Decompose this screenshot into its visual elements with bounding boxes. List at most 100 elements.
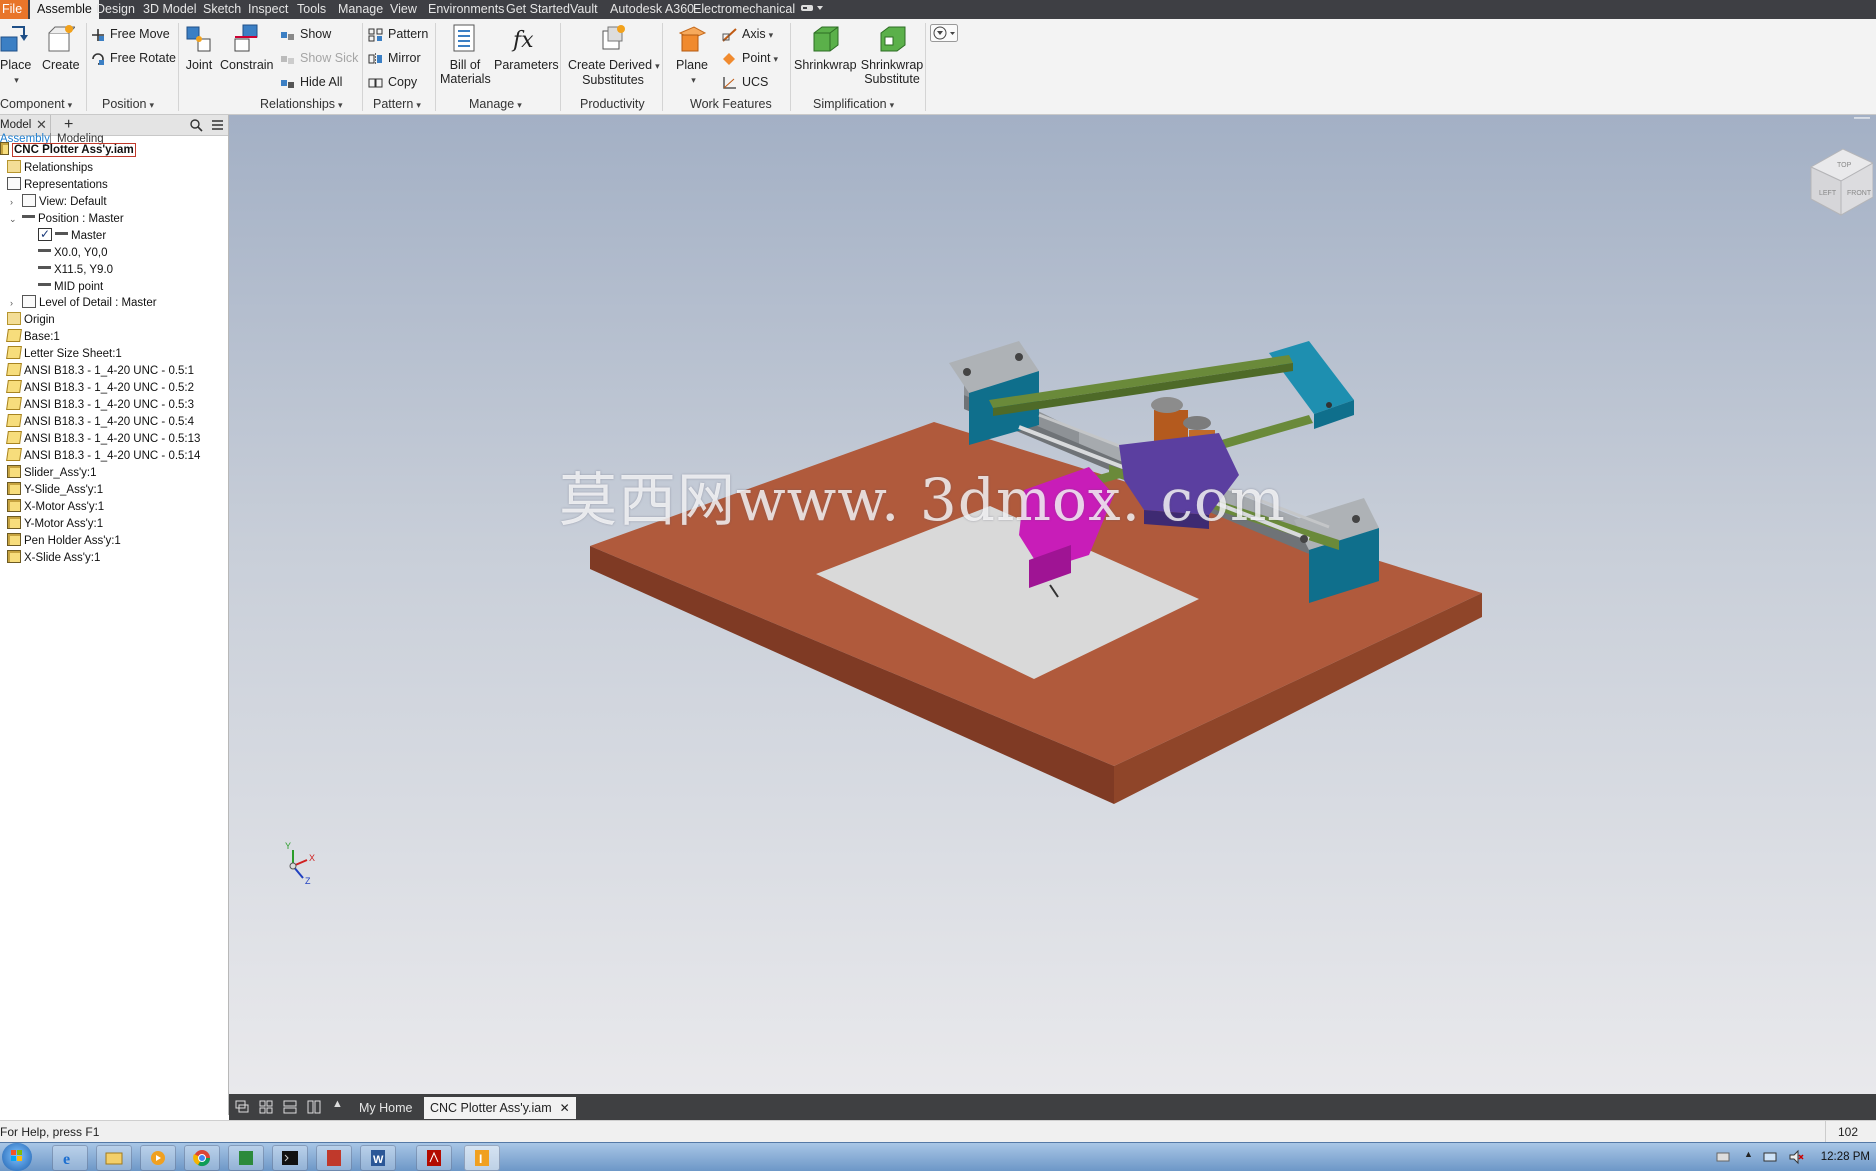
place-button[interactable]: Place ▾ [0,23,31,87]
group-separator [560,23,561,111]
menu-tab-file[interactable]: File [0,0,29,19]
taskbar-media-player[interactable] [140,1145,176,1171]
create-button[interactable]: Create [42,23,80,72]
minimize-viewport-icon[interactable]: — [1854,115,1870,127]
tree-item[interactable]: Y-Slide_Ass'y:1 [7,481,103,499]
menu-tab-3d-model[interactable]: 3D Model [143,0,197,19]
menu-tab-autodesk-a360[interactable]: Autodesk A360 [610,0,694,19]
tree-item[interactable]: Relationships [7,159,93,177]
menu-tab-environments[interactable]: Environments [428,0,504,19]
taskbar-acrobat[interactable] [416,1145,452,1171]
free-rotate-button[interactable]: Free Rotate [90,49,176,67]
cascade-windows-icon[interactable] [235,1100,249,1114]
hide-all-button[interactable]: Hide All [280,73,342,91]
close-document-icon[interactable]: ✕ [560,1097,570,1119]
menu-tab-sketch[interactable]: Sketch [203,0,241,19]
taskbar-chrome[interactable] [184,1145,220,1171]
status-count: 102 [1838,1125,1859,1139]
menu-tab-view[interactable]: View [390,0,417,19]
ribbon-options-button[interactable] [930,23,962,42]
tree-item[interactable]: X-Motor Ass'y:1 [7,498,104,516]
parameters-button[interactable]: fx Parameters [494,23,559,72]
tree-item[interactable]: View: Default [22,193,107,211]
taskbar-command-prompt[interactable] [272,1145,308,1171]
tree-item[interactable]: Letter Size Sheet:1 [6,345,122,363]
taskbar-word[interactable]: W [360,1145,396,1171]
menu-tab-manage[interactable]: Manage [338,0,383,19]
collapse-icon[interactable]: ⌄ [9,214,17,225]
close-tab-icon[interactable]: ✕ [36,117,47,133]
taskbar-inventor[interactable]: I [464,1145,500,1171]
pattern-button[interactable]: Pattern [368,25,428,43]
menu-tab-inspect[interactable]: Inspect [248,0,288,19]
tree-item[interactable]: ANSI B18.3 - 1_4-20 UNC - 0.5:14 [6,447,200,465]
axis-button[interactable]: Axis ▾ [722,25,773,43]
shrinkwrap-substitute-button[interactable]: Shrinkwrap Substitute [860,23,924,86]
add-browser-tab-icon[interactable]: + [64,115,73,134]
tree-item[interactable]: ANSI B18.3 - 1_4-20 UNC - 0.5:4 [6,413,194,431]
tree-item[interactable]: Representations [7,176,108,194]
tile-horizontal-icon[interactable] [283,1100,297,1114]
network-icon[interactable] [1762,1149,1778,1165]
menu-tab-get-started[interactable]: Get Started [506,0,570,19]
tree-item[interactable]: X0.0, Y0,0 [38,244,108,262]
tile-windows-icon[interactable] [259,1100,273,1114]
tree-item[interactable]: ANSI B18.3 - 1_4-20 UNC - 0.5:3 [6,396,194,414]
ribbon-display-toggle[interactable] [800,0,824,19]
tile-vertical-icon[interactable] [307,1100,321,1114]
create-derived-substitutes-button[interactable]: Create Derived ▾ Substitutes [568,23,660,87]
browser-tab-model[interactable]: Model [0,115,31,135]
graphics-viewport[interactable]: 莫西网www. 3dmox. com TOP LEFT FRONT — Y X … [229,115,1876,1094]
tree-root[interactable]: CNC Plotter Ass'y.iam [0,141,136,159]
bill-of-materials-button[interactable]: Bill of Materials [440,23,491,86]
expand-icon[interactable]: › [10,197,13,207]
show-hidden-icons-icon[interactable]: ▲ [1744,1149,1753,1159]
show-sick-button[interactable]: Show Sick [280,49,358,67]
tree-item[interactable]: Origin [7,311,55,329]
tree-item[interactable]: Y-Motor Ass'y:1 [7,515,103,533]
shrinkwrap-button[interactable]: Shrinkwrap [794,23,857,72]
tree-item[interactable]: Pen Holder Ass'y:1 [7,532,121,550]
constrain-button[interactable]: Constrain [220,23,274,72]
tab-my-home[interactable]: My Home [353,1097,418,1119]
status-help-text: For Help, press F1 [0,1125,100,1139]
tree-item[interactable]: Position : Master [22,210,124,228]
keyboard-icon[interactable] [1716,1151,1730,1163]
view-cube[interactable]: TOP LEFT FRONT [1809,145,1875,216]
mirror-button[interactable]: Mirror [368,49,421,67]
taskbar-autocad[interactable] [316,1145,352,1171]
menu-tab-assemble[interactable]: Assemble [30,0,99,19]
group-label-productivity: Productivity [580,97,645,111]
ucs-button[interactable]: UCS [722,73,768,91]
menu-icon[interactable] [211,119,224,131]
show-button[interactable]: Show [280,25,331,43]
tree-item[interactable]: ANSI B18.3 - 1_4-20 UNC - 0.5:1 [6,362,194,380]
start-button[interactable] [2,1143,32,1171]
taskbar-internet-explorer[interactable]: e [52,1145,88,1171]
menu-tab-tools[interactable]: Tools [297,0,326,19]
plane-button[interactable]: Plane ▾ [672,23,712,87]
tree-item[interactable]: Slider_Ass'y:1 [7,464,97,482]
volume-icon[interactable] [1788,1149,1804,1165]
menu-tab-vault[interactable]: Vault [570,0,598,19]
scroll-up-icon[interactable]: ▲ [332,1098,343,1110]
taskbar-clock[interactable]: 12:28 PM [1821,1143,1870,1171]
tree-item[interactable]: X11.5, Y9.0 [38,261,113,279]
free-move-button[interactable]: Free Move [90,25,170,43]
tree-item[interactable]: ANSI B18.3 - 1_4-20 UNC - 0.5:13 [6,430,200,448]
taskbar-file-explorer[interactable] [96,1145,132,1171]
joint-button[interactable]: Joint [183,23,215,72]
tree-item[interactable]: Master [38,225,106,245]
menu-tab-design[interactable]: Design [96,0,135,19]
point-button[interactable]: Point ▾ [722,49,778,67]
tree-item[interactable]: Level of Detail : Master [22,294,157,312]
tab-cnc-plotter-assembly[interactable]: CNC Plotter Ass'y.iam ✕ [424,1097,576,1119]
expand-icon[interactable]: › [10,298,13,308]
tree-item[interactable]: Base:1 [6,328,60,346]
copy-button[interactable]: Copy [368,73,417,91]
search-icon[interactable] [190,119,203,132]
tree-item[interactable]: ANSI B18.3 - 1_4-20 UNC - 0.5:2 [6,379,194,397]
tree-item[interactable]: X-Slide Ass'y:1 [7,549,100,567]
taskbar-app-green[interactable] [228,1145,264,1171]
menu-tab-electromechanical[interactable]: Electromechanical [693,0,795,19]
